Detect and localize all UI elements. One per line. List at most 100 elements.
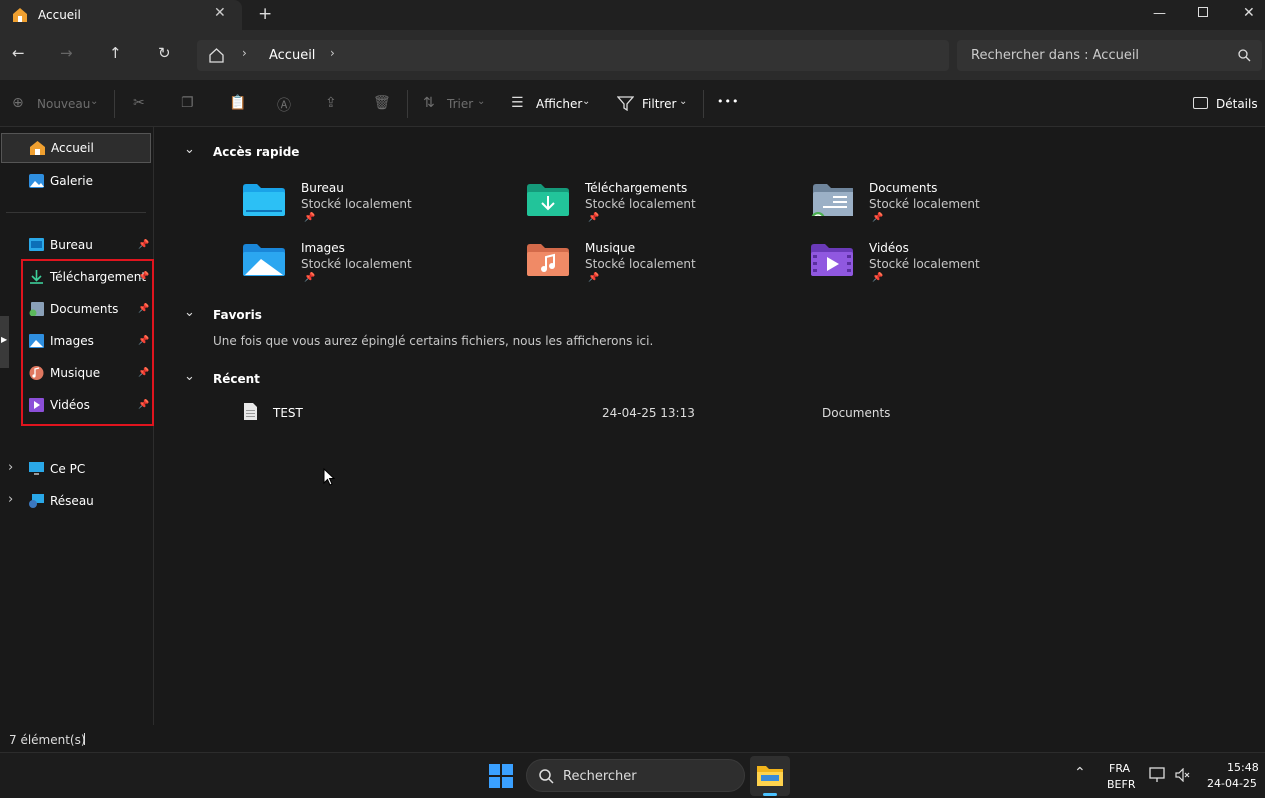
sidebar-item-galerie[interactable]: Galerie <box>0 166 152 196</box>
copy-icon[interactable]: ❐ <box>181 95 194 111</box>
keyboard-layout[interactable]: BEFR <box>1107 778 1135 791</box>
taskbar-file-explorer[interactable] <box>750 756 790 796</box>
network-icon[interactable] <box>1149 767 1167 783</box>
more-options-button[interactable]: ••• <box>717 95 739 108</box>
item-name: Bureau <box>301 181 344 195</box>
refresh-icon[interactable]: ↻ <box>158 44 171 62</box>
videos-icon <box>29 398 44 412</box>
clock-time[interactable]: 15:48 <box>1227 761 1259 774</box>
up-icon[interactable]: ↑ <box>109 44 122 62</box>
new-button[interactable]: Nouveau <box>37 97 90 111</box>
pin-icon[interactable]: 📌 <box>138 336 149 346</box>
toolbar-divider <box>114 90 115 118</box>
navigation-pane <box>0 127 154 725</box>
home-icon <box>13 8 27 22</box>
pin-icon: 📌 <box>304 213 316 223</box>
section-title-quick-access[interactable]: Accès rapide <box>213 145 299 159</box>
gallery-icon <box>29 174 44 188</box>
download-icon <box>30 270 43 284</box>
sidebar-item-label: Musique <box>50 366 101 380</box>
close-tab-icon[interactable]: ✕ <box>214 5 226 21</box>
pictures-folder-icon <box>243 244 285 276</box>
sidebar-item-musique[interactable]: Musique 📌 <box>0 358 152 388</box>
taskbar-search-input[interactable]: Rechercher <box>526 759 745 792</box>
collapse-chevron-icon[interactable]: ⌄ <box>184 142 195 157</box>
cut-icon[interactable]: ✂ <box>133 95 145 111</box>
collapse-chevron-icon[interactable]: ⌄ <box>184 369 195 384</box>
breadcrumb-separator-icon: › <box>242 46 247 60</box>
item-location: Stocké localement <box>585 197 696 211</box>
breadcrumb[interactable]: › Accueil › <box>197 40 949 71</box>
section-title-recent[interactable]: Récent <box>213 372 260 386</box>
pin-icon[interactable]: 📌 <box>138 368 149 378</box>
new-tab-button[interactable]: + <box>258 4 272 24</box>
taskbar: Rechercher ⌃ FRA BEFR 15:48 24-04-25 <box>0 752 1265 798</box>
breadcrumb-current[interactable]: Accueil <box>269 48 315 63</box>
collapse-chevron-icon[interactable]: ⌄ <box>184 305 195 320</box>
volume-muted-icon[interactable] <box>1175 768 1191 782</box>
expand-chevron-icon[interactable]: › <box>8 492 13 507</box>
item-location: Stocké localement <box>869 197 980 211</box>
search-icon <box>539 769 554 784</box>
expand-arrow-icon: ▶ <box>1 335 8 344</box>
tab-accueil[interactable]: Accueil ✕ <box>0 0 242 30</box>
filter-button[interactable]: Filtrer <box>642 97 676 111</box>
rename-icon[interactable]: Ⓐ <box>277 95 291 115</box>
search-placeholder: Rechercher dans : Accueil <box>971 48 1140 63</box>
view-icon: ☰ <box>511 95 524 111</box>
toolbar-divider <box>703 90 704 118</box>
system-tray-chevron-icon[interactable]: ⌃ <box>1074 765 1086 781</box>
status-bar: 7 élément(s) <box>0 725 1265 752</box>
forward-icon[interactable]: → <box>60 44 73 62</box>
pin-icon: 📌 <box>872 273 884 283</box>
paste-icon[interactable]: 📋 <box>229 95 246 111</box>
recent-file-date: 24-04-25 13:13 <box>602 406 695 420</box>
item-count: 7 élément(s) <box>9 733 86 747</box>
videos-folder-icon <box>811 244 853 276</box>
search-input[interactable]: Rechercher dans : Accueil <box>957 40 1262 71</box>
details-button[interactable]: Détails <box>1216 97 1258 111</box>
section-title-favorites[interactable]: Favoris <box>213 308 262 322</box>
pin-icon[interactable]: 📌 <box>138 400 149 410</box>
maximize-icon[interactable] <box>1198 7 1208 17</box>
sidebar-item-label: Vidéos <box>50 398 90 412</box>
language-indicator[interactable]: FRA <box>1109 762 1130 775</box>
sidebar-item-documents[interactable]: Documents 📌 <box>0 294 152 324</box>
share-icon[interactable]: ⇪ <box>325 95 337 111</box>
music-icon <box>29 366 44 380</box>
favorites-empty-text: Une fois que vous aurez épinglé certains… <box>213 334 654 348</box>
details-pane-icon <box>1193 97 1208 109</box>
pin-icon[interactable]: 📌 <box>138 272 149 282</box>
computer-icon <box>29 462 44 475</box>
sidebar-item-reseau[interactable]: › Réseau <box>0 486 152 516</box>
sidebar-item-label: Ce PC <box>50 462 86 476</box>
recent-file-name: TEST <box>273 406 303 420</box>
sidebar-item-ce-pc[interactable]: › Ce PC <box>0 454 152 484</box>
pictures-icon <box>29 334 44 348</box>
filter-chevron-icon: ⌄ <box>679 96 688 107</box>
view-button[interactable]: Afficher <box>536 97 582 111</box>
title-bar: Accueil ✕ + — ✕ <box>0 0 1265 30</box>
windows-start-icon[interactable] <box>489 764 513 788</box>
pin-icon[interactable]: 📌 <box>138 240 149 250</box>
close-window-icon[interactable]: ✕ <box>1243 5 1255 21</box>
pin-icon[interactable]: 📌 <box>138 304 149 314</box>
downloads-folder-icon <box>527 184 569 216</box>
breadcrumb-chevron-icon[interactable]: › <box>330 46 335 60</box>
delete-icon[interactable]: 🗑 <box>373 95 391 111</box>
sidebar-item-telechargement[interactable]: Téléchargement 📌 <box>0 262 152 292</box>
sidebar-item-accueil[interactable]: Accueil <box>1 133 151 163</box>
minimize-icon[interactable]: — <box>1153 6 1166 21</box>
pin-icon: 📌 <box>872 213 884 223</box>
clock-date[interactable]: 24-04-25 <box>1207 777 1257 790</box>
view-chevron-icon: ⌄ <box>582 96 591 107</box>
sidebar-item-bureau[interactable]: Bureau 📌 <box>0 230 152 260</box>
sidebar-item-images[interactable]: Images 📌 <box>0 326 152 356</box>
back-icon[interactable]: ← <box>12 44 25 62</box>
expand-chevron-icon[interactable]: › <box>8 460 13 475</box>
sort-button[interactable]: Trier <box>447 97 473 111</box>
sidebar-item-label: Réseau <box>50 494 94 508</box>
filter-icon <box>617 96 634 111</box>
item-location: Stocké localement <box>585 257 696 271</box>
sidebar-item-videos[interactable]: Vidéos 📌 <box>0 390 152 420</box>
